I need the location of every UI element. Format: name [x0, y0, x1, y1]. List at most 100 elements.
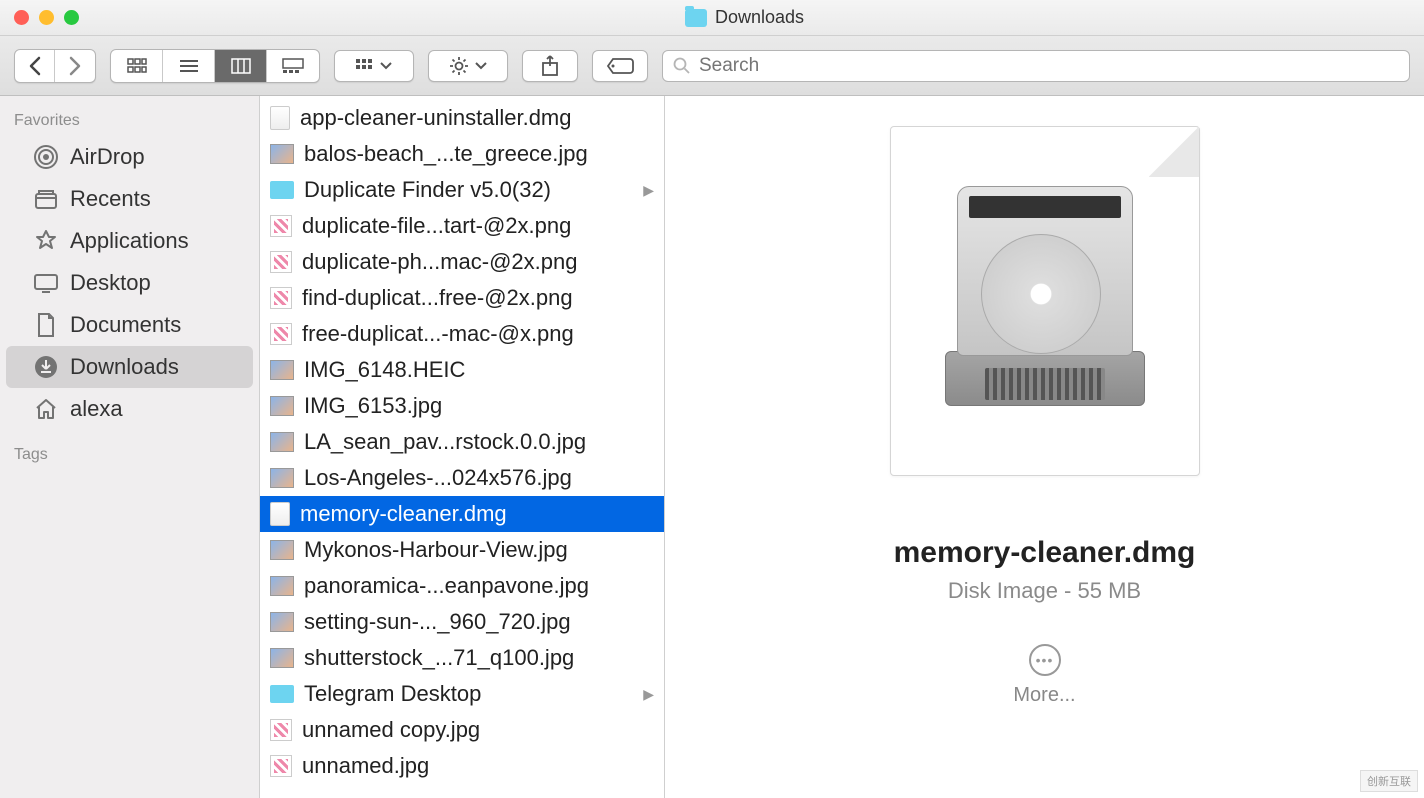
chevron-down-icon: [380, 62, 392, 70]
search-input[interactable]: [699, 55, 1399, 77]
minimize-button[interactable]: [39, 10, 54, 25]
file-row[interactable]: Los-Angeles-...024x576.jpg: [260, 460, 664, 496]
disk-image-icon: [945, 186, 1145, 416]
downloads-icon: [32, 353, 60, 381]
file-name: find-duplicat...free-@2x.png: [302, 285, 654, 311]
file-name: shutterstock_...71_q100.jpg: [304, 645, 654, 671]
more-button[interactable]: More...: [1013, 684, 1075, 707]
action-button[interactable]: [428, 50, 508, 82]
preview-size: 55 MB: [1078, 578, 1142, 603]
file-type-icon: [270, 540, 294, 560]
column-view-button[interactable]: [215, 50, 267, 82]
documents-icon: [32, 311, 60, 339]
share-button[interactable]: [522, 50, 578, 82]
file-name: memory-cleaner.dmg: [300, 501, 654, 527]
search-box[interactable]: [662, 50, 1410, 82]
file-type-icon: [270, 396, 294, 416]
file-row[interactable]: Telegram Desktop ▶: [260, 676, 664, 712]
back-button[interactable]: [15, 50, 55, 82]
file-row[interactable]: free-duplicat...-mac-@x.png: [260, 316, 664, 352]
sidebar-item-applications[interactable]: Applications: [6, 220, 253, 262]
file-row[interactable]: find-duplicat...free-@2x.png: [260, 280, 664, 316]
file-row[interactable]: IMG_6153.jpg: [260, 388, 664, 424]
sidebar-tags-header: Tags: [0, 440, 259, 470]
sidebar-item-label: alexa: [70, 396, 123, 422]
more-icon[interactable]: •••: [1029, 644, 1061, 676]
preview-thumbnail: [890, 126, 1200, 476]
close-button[interactable]: [14, 10, 29, 25]
file-row[interactable]: setting-sun-..._960_720.jpg: [260, 604, 664, 640]
sidebar-item-label: Documents: [70, 312, 181, 338]
tags-button[interactable]: [592, 50, 648, 82]
arrange-button[interactable]: [334, 50, 414, 82]
file-name: app-cleaner-uninstaller.dmg: [300, 105, 654, 131]
file-row[interactable]: balos-beach_...te_greece.jpg: [260, 136, 664, 172]
grid-small-icon: [356, 59, 374, 73]
file-row[interactable]: Duplicate Finder v5.0(32)▶: [260, 172, 664, 208]
file-row[interactable]: duplicate-ph...mac-@2x.png: [260, 244, 664, 280]
icon-view-button[interactable]: [111, 50, 163, 82]
gallery-icon: [282, 58, 304, 74]
file-row[interactable]: shutterstock_...71_q100.jpg: [260, 640, 664, 676]
sidebar-item-airdrop[interactable]: AirDrop: [6, 136, 253, 178]
file-name: Telegram Desktop: [304, 681, 633, 707]
sidebar-item-downloads[interactable]: Downloads: [6, 346, 253, 388]
file-name: Duplicate Finder v5.0(32): [304, 177, 633, 203]
sidebar-item-documents[interactable]: Documents: [6, 304, 253, 346]
file-row[interactable]: memory-cleaner.dmg: [260, 496, 664, 532]
chevron-down-icon: [475, 62, 487, 70]
file-type-icon: [270, 612, 294, 632]
sidebar: Favorites AirDropRecentsApplications Desk…: [0, 96, 260, 798]
window-title: Downloads: [79, 7, 1410, 28]
file-column[interactable]: app-cleaner-uninstaller.dmg balos-beach_.…: [260, 96, 665, 798]
view-mode-buttons: [110, 49, 320, 83]
file-row[interactable]: unnamed copy.jpg: [260, 712, 664, 748]
file-name: setting-sun-..._960_720.jpg: [304, 609, 654, 635]
file-row[interactable]: Mykonos-Harbour-View.jpg: [260, 532, 664, 568]
file-row[interactable]: duplicate-file...tart-@2x.png: [260, 208, 664, 244]
file-row[interactable]: unnamed.jpg: [260, 748, 664, 784]
list-view-button[interactable]: [163, 50, 215, 82]
preview-meta: Disk Image - 55 MB: [948, 578, 1141, 604]
gear-icon: [449, 56, 469, 76]
file-type-icon: [270, 287, 292, 309]
main-area: Favorites AirDropRecentsApplications Desk…: [0, 96, 1424, 798]
sidebar-item-recents[interactable]: Recents: [6, 178, 253, 220]
share-icon: [541, 55, 559, 77]
file-type-icon: [270, 432, 294, 452]
list-icon: [179, 58, 199, 74]
file-name: free-duplicat...-mac-@x.png: [302, 321, 654, 347]
window-controls: [14, 10, 79, 25]
file-row[interactable]: IMG_6148.HEIC: [260, 352, 664, 388]
sidebar-favorites-header: Favorites: [0, 106, 259, 136]
grid-icon: [127, 58, 147, 74]
forward-button[interactable]: [55, 50, 95, 82]
preview-pane: memory-cleaner.dmg Disk Image - 55 MB ••…: [665, 96, 1424, 798]
file-name: Los-Angeles-...024x576.jpg: [304, 465, 654, 491]
file-name: IMG_6148.HEIC: [304, 357, 654, 383]
file-row[interactable]: app-cleaner-uninstaller.dmg: [260, 100, 664, 136]
maximize-button[interactable]: [64, 10, 79, 25]
file-type-icon: [270, 106, 290, 130]
file-name: LA_sean_pav...rstock.0.0.jpg: [304, 429, 654, 455]
nav-buttons: [14, 49, 96, 83]
sidebar-item-alexa[interactable]: alexa: [6, 388, 253, 430]
sidebar-item-desktop[interactable]: Desktop: [6, 262, 253, 304]
file-name: balos-beach_...te_greece.jpg: [304, 141, 654, 167]
sidebar-item-label: Desktop: [70, 270, 151, 296]
file-type-icon: [270, 144, 294, 164]
preview-filename: memory-cleaner.dmg: [894, 536, 1196, 570]
gallery-view-button[interactable]: [267, 50, 319, 82]
file-row[interactable]: LA_sean_pav...rstock.0.0.jpg: [260, 424, 664, 460]
file-name: duplicate-file...tart-@2x.png: [302, 213, 654, 239]
home-icon: [32, 395, 60, 423]
desktop-icon: [32, 269, 60, 297]
columns-icon: [231, 58, 251, 74]
expand-icon: ▶: [643, 686, 654, 703]
file-name: unnamed copy.jpg: [302, 717, 654, 743]
file-type-icon: [270, 468, 294, 488]
file-type-icon: [270, 251, 292, 273]
airdrop-icon: [32, 143, 60, 171]
file-type-icon: [270, 755, 292, 777]
file-row[interactable]: panoramica-...eanpavone.jpg: [260, 568, 664, 604]
